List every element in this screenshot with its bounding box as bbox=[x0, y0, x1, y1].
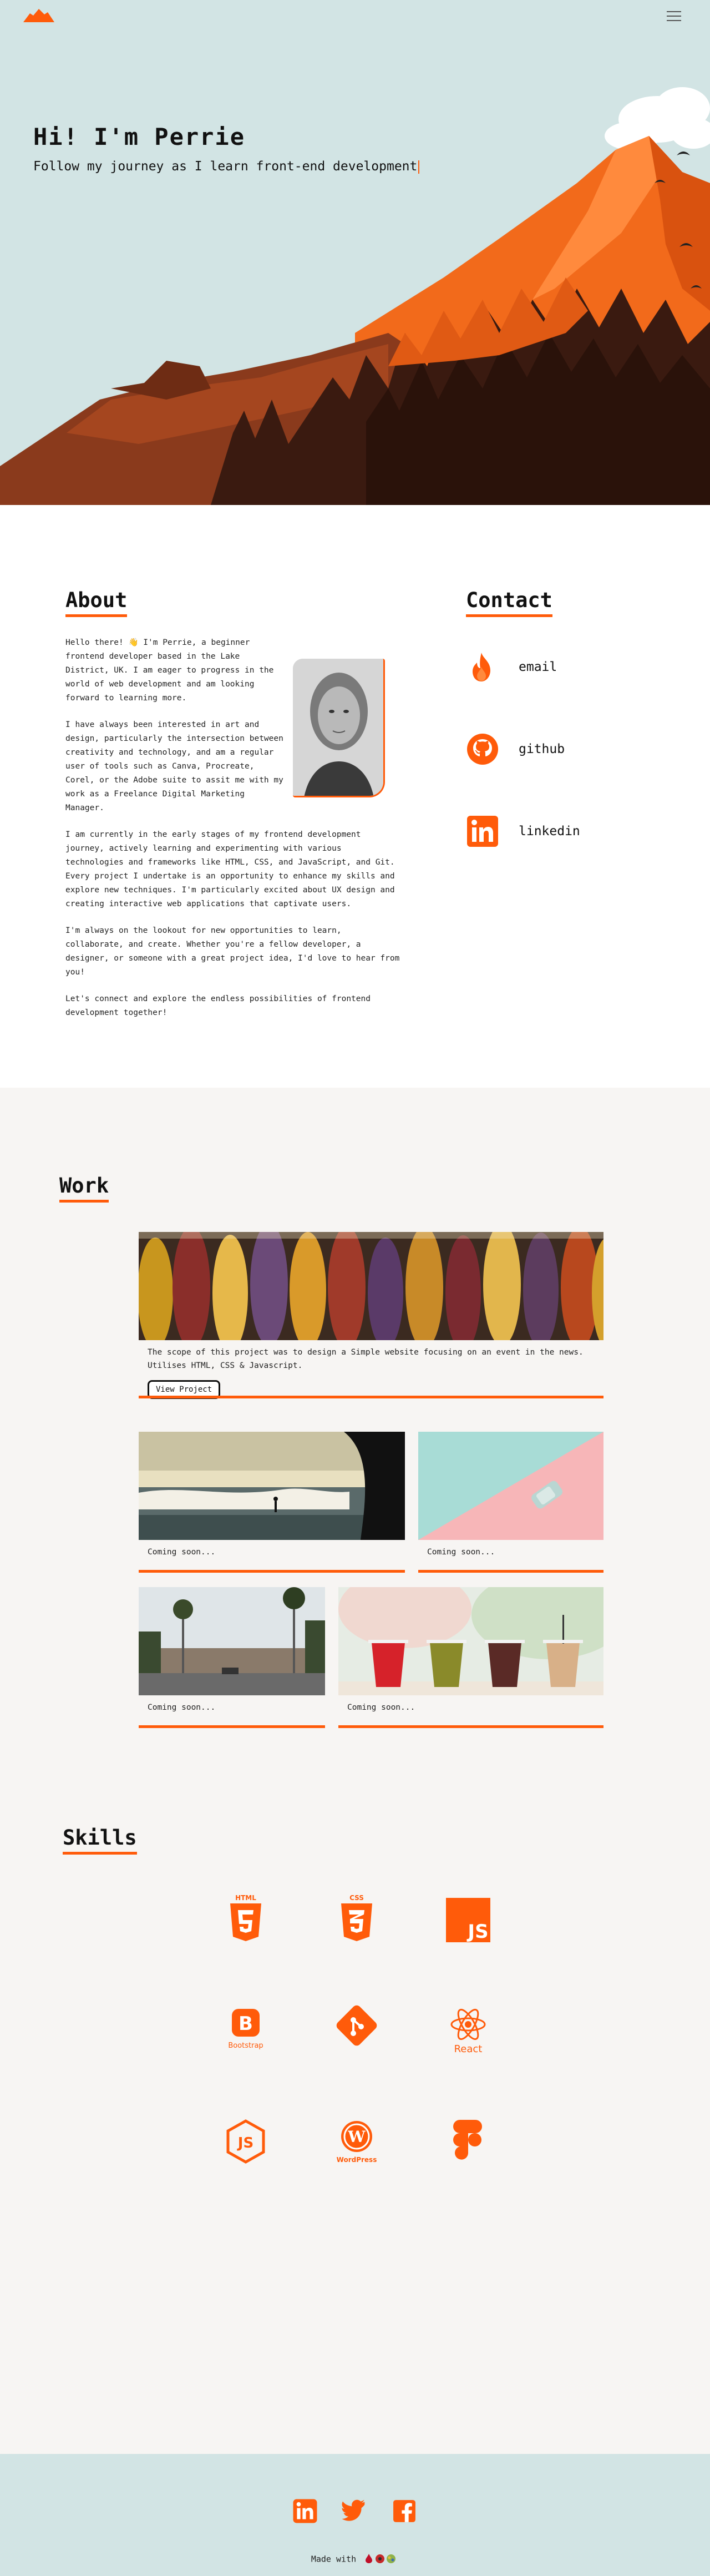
contact-title: Contact bbox=[466, 588, 552, 617]
mountain-landscape-illustration bbox=[0, 87, 710, 505]
hero-subtitle: Follow my journey as I learn front-end d… bbox=[33, 159, 418, 174]
svg-text:W: W bbox=[347, 2128, 366, 2146]
javascript-icon: JS bbox=[440, 1892, 496, 1948]
twitter-icon[interactable] bbox=[341, 2498, 367, 2524]
email-flame-icon bbox=[473, 653, 490, 681]
nodejs-icon: JS bbox=[218, 2114, 273, 2170]
about-paragraph: Let's connect and explore the endless po… bbox=[65, 994, 371, 1017]
card-accent-bar bbox=[418, 1570, 604, 1573]
svg-text:JS: JS bbox=[466, 1921, 488, 1943]
svg-text:HTML: HTML bbox=[235, 1894, 256, 1902]
svg-text:WordPress: WordPress bbox=[337, 2156, 377, 2164]
project-card: Coming soon... bbox=[338, 1587, 604, 1728]
about-block: About Hello there! 👋 I'm Perrie, a begin… bbox=[65, 588, 404, 1033]
svg-text:B: B bbox=[239, 2013, 253, 2035]
react-icon: React bbox=[440, 2003, 496, 2059]
contact-label: email bbox=[519, 660, 557, 674]
contact-email-link[interactable]: email bbox=[466, 650, 621, 684]
css3-icon: CSS bbox=[329, 1892, 384, 1948]
bootstrap-icon: B Bootstrap bbox=[218, 2003, 273, 2059]
wordpress-icon: W WordPress bbox=[329, 2114, 384, 2170]
about-paragraph: Hello there! 👋 I'm Perrie, a beginner fr… bbox=[65, 638, 274, 703]
contact-label: github bbox=[519, 742, 565, 756]
work-section: Work The scope of this project was to de… bbox=[0, 1088, 710, 1820]
contact-label: linkedin bbox=[519, 824, 580, 839]
palm-street-project-image bbox=[139, 1587, 325, 1695]
card-accent-bar bbox=[139, 1396, 604, 1398]
linkedin-icon[interactable] bbox=[292, 2498, 318, 2524]
project-caption: The scope of this project was to design … bbox=[148, 1348, 584, 1370]
linkedin-icon bbox=[467, 816, 498, 847]
made-with-text: Made with bbox=[0, 2553, 710, 2566]
corn-project-image bbox=[139, 1232, 604, 1340]
contact-linkedin-link[interactable]: linkedin bbox=[466, 815, 621, 848]
about-paragraph: I'm always on the lookout for new opport… bbox=[65, 926, 400, 977]
heart-drop-icons bbox=[364, 2553, 399, 2566]
car-project-image bbox=[418, 1432, 604, 1540]
project-card: Coming soon... bbox=[418, 1432, 604, 1573]
figma-icon bbox=[440, 2114, 496, 2170]
contact-block: Contact email github linkedin bbox=[466, 588, 621, 848]
card-accent-bar bbox=[139, 1570, 405, 1573]
skills-section: Skills HTML CSS JS B Bootstrap React JS … bbox=[0, 1820, 710, 2454]
work-title: Work bbox=[59, 1174, 109, 1203]
hero-title: Hi! I'm Perrie bbox=[33, 123, 246, 150]
typing-cursor bbox=[418, 160, 420, 174]
project-caption: Coming soon... bbox=[427, 1548, 495, 1557]
svg-text:CSS: CSS bbox=[349, 1894, 364, 1902]
project-card: Coming soon... bbox=[139, 1432, 405, 1573]
facebook-icon[interactable] bbox=[392, 2498, 417, 2524]
made-with-label: Made with bbox=[311, 2554, 357, 2564]
project-card: Coming soon... bbox=[139, 1587, 325, 1728]
about-title: About bbox=[65, 588, 128, 617]
hero-subtitle-wrap: Follow my journey as I learn front-end d… bbox=[33, 159, 420, 174]
card-accent-bar bbox=[139, 1725, 325, 1728]
contact-github-link[interactable]: github bbox=[466, 733, 621, 766]
svg-text:React: React bbox=[454, 2043, 483, 2055]
mountain-logo-icon[interactable] bbox=[22, 8, 55, 26]
featured-project-card: The scope of this project was to design … bbox=[139, 1232, 604, 1399]
footer: Made with bbox=[0, 2454, 710, 2576]
project-caption: Coming soon... bbox=[148, 1703, 216, 1712]
about-paragraph: I am currently in the early stages of my… bbox=[65, 830, 395, 908]
github-icon bbox=[467, 734, 498, 765]
drinks-project-image bbox=[338, 1587, 604, 1695]
svg-text:JS: JS bbox=[237, 2135, 253, 2151]
skills-title: Skills bbox=[63, 1826, 137, 1855]
project-caption: Coming soon... bbox=[148, 1548, 216, 1557]
about-section: About Hello there! 👋 I'm Perrie, a begin… bbox=[0, 505, 710, 1088]
git-icon bbox=[329, 2003, 384, 2059]
about-paragraph: I have always been interested in art and… bbox=[65, 720, 283, 812]
surf-project-image bbox=[139, 1432, 405, 1540]
html5-icon: HTML bbox=[218, 1892, 273, 1948]
hamburger-menu-icon[interactable] bbox=[667, 11, 681, 22]
profile-photo bbox=[293, 659, 385, 797]
hero: Hi! I'm Perrie Follow my journey as I le… bbox=[0, 0, 710, 505]
project-caption: Coming soon... bbox=[347, 1703, 415, 1712]
card-accent-bar bbox=[338, 1725, 604, 1728]
svg-text:Bootstrap: Bootstrap bbox=[228, 2042, 263, 2050]
